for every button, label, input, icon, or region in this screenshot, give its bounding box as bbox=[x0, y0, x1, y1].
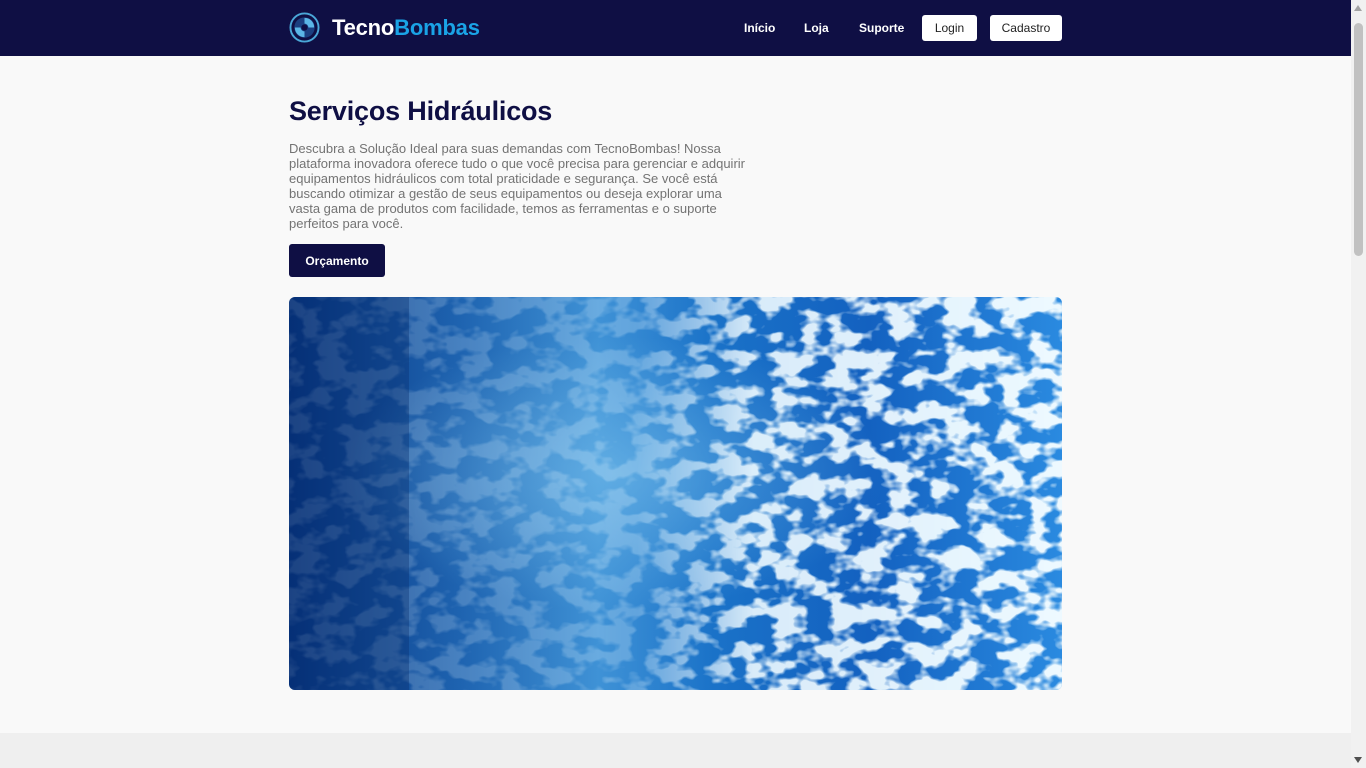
scrollbar-thumb[interactable] bbox=[1354, 23, 1363, 256]
navbar: TecnoBombas Início Loja Suporte Login Ca… bbox=[0, 0, 1351, 56]
scroll-up-icon[interactable] bbox=[1354, 5, 1362, 11]
brand-name-part2: Bombas bbox=[394, 14, 480, 40]
login-button[interactable]: Login bbox=[922, 15, 977, 41]
nav-link-inicio[interactable]: Início bbox=[744, 21, 775, 35]
quote-button[interactable]: Orçamento bbox=[289, 244, 385, 277]
scroll-down-icon[interactable] bbox=[1354, 757, 1362, 763]
nav-link-loja[interactable]: Loja bbox=[804, 21, 829, 35]
page-title: Serviços Hidráulicos bbox=[289, 96, 553, 126]
page-scrollbar[interactable] bbox=[1351, 0, 1366, 768]
brand-name: TecnoBombas bbox=[332, 13, 480, 43]
hero-description: Descubra a Solução Ideal para suas deman… bbox=[289, 141, 745, 231]
signup-button[interactable]: Cadastro bbox=[990, 15, 1062, 41]
water-surface-image bbox=[289, 297, 1062, 690]
nav-link-suporte[interactable]: Suporte bbox=[859, 21, 904, 35]
footer-section bbox=[0, 733, 1351, 768]
brand-logo[interactable]: TecnoBombas bbox=[289, 12, 480, 43]
brand-name-part1: Tecno bbox=[332, 14, 395, 40]
pump-impeller-icon bbox=[289, 12, 320, 43]
